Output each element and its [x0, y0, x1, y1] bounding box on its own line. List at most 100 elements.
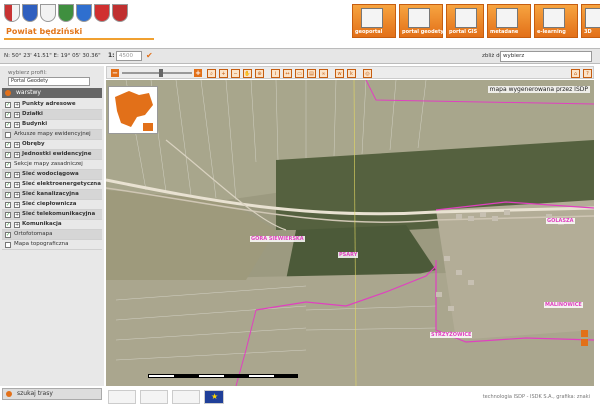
layer-name: Arkusze mapy ewidencyjnej — [14, 131, 91, 137]
select-icon[interactable]: ◎ — [363, 69, 372, 78]
expand-icon[interactable]: + — [14, 102, 20, 108]
layer-checkbox[interactable]: ✓ — [5, 162, 11, 168]
expand-icon[interactable]: + — [14, 192, 20, 198]
layer-item[interactable]: ✓ + Budynki — [2, 120, 102, 130]
measure-icon[interactable]: ↔ — [283, 69, 292, 78]
layer-checkbox[interactable]: ✓ — [5, 212, 11, 218]
layer-checkbox[interactable]: ✓ — [5, 172, 11, 178]
orthophoto-map[interactable] — [106, 80, 594, 386]
layer-checkbox[interactable]: ✓ — [5, 192, 11, 198]
crest-icon[interactable] — [22, 4, 38, 22]
layer-item[interactable]: ✓ + Sieć wodociągowa — [2, 170, 102, 180]
layer-checkbox[interactable]: ✓ — [5, 182, 11, 188]
cube-icon — [585, 8, 600, 28]
portal-tab-3d[interactable]: 3D — [581, 4, 600, 38]
layer-name: Punkty adresowe — [22, 101, 76, 107]
layer-item[interactable]: Arkusze mapy ewidencyjnej — [2, 130, 102, 140]
zoom-slider-handle[interactable] — [159, 69, 163, 77]
profile-select[interactable]: Portal Geodety — [8, 77, 90, 86]
zoom-out-icon[interactable]: − — [231, 69, 240, 78]
scale-input[interactable] — [116, 51, 142, 61]
layer-checkbox[interactable]: ✓ — [5, 202, 11, 208]
portal-tab-geodeta[interactable]: portal geodety — [399, 4, 444, 38]
lock-icon[interactable]: ⌂ — [571, 69, 580, 78]
apply-scale-icon[interactable]: ✔ — [146, 51, 153, 60]
zoom-to-select[interactable]: wybierz — [500, 51, 592, 62]
wms-icon[interactable]: w — [335, 69, 344, 78]
zoom-out-button[interactable]: − — [111, 69, 119, 77]
expand-icon[interactable]: + — [14, 172, 20, 178]
map-action-icon[interactable] — [581, 330, 588, 337]
layer-checkbox[interactable] — [5, 242, 11, 248]
crest-icon[interactable] — [4, 4, 20, 22]
portal-tab-metadane[interactable]: metadane — [487, 4, 531, 38]
map-icon — [361, 8, 383, 28]
help-icon[interactable]: ? — [583, 69, 592, 78]
layer-checkbox[interactable]: ✓ — [5, 152, 11, 158]
layer-checkbox[interactable]: ✓ — [5, 102, 11, 108]
portal-tab-geoportal[interactable]: geoportal — [352, 4, 396, 38]
layer-name: Sieć elektroenergetyczna — [22, 181, 101, 187]
portal-tab-gis[interactable]: portal GIS — [446, 4, 484, 38]
layer-name: Mapa topograficzna — [14, 241, 69, 247]
expand-icon[interactable]: + — [14, 212, 20, 218]
expand-icon[interactable]: + — [14, 112, 20, 118]
crest-icon[interactable] — [76, 4, 92, 22]
layer-item[interactable]: ✓ + Sieć ciepłownicza — [2, 200, 102, 210]
expand-icon[interactable]: + — [14, 122, 20, 128]
zoom-in-icon[interactable]: + — [219, 69, 228, 78]
pan-icon[interactable]: ✋ — [243, 69, 252, 78]
expand-icon[interactable]: + — [14, 142, 20, 148]
area-icon[interactable]: ▭ — [295, 69, 304, 78]
layer-item[interactable]: ✓ + Działki — [2, 110, 102, 120]
layer-item[interactable]: ✓ + Punkty adresowe — [2, 100, 102, 110]
layer-item[interactable]: ✓ Sekcje mapy zasadniczej — [2, 160, 102, 170]
header: Powiat będziński geoportal portal geodet… — [0, 0, 600, 46]
layer-item[interactable]: ✓ + Sieć telekomunikacyjna — [2, 210, 102, 220]
site-title: Powiat będziński — [6, 27, 83, 36]
footer-credits: technologia ISDP - ISDK S.A., grafika: z… — [482, 394, 590, 400]
map-action-icon[interactable] — [581, 339, 588, 346]
route-search-button[interactable]: szukaj trasy — [2, 388, 102, 400]
zoom-in-button[interactable]: + — [194, 69, 202, 77]
layer-item[interactable]: Mapa topograficzna — [2, 240, 102, 250]
zoom-box-icon[interactable]: ⌕ — [207, 69, 216, 78]
layer-checkbox[interactable]: ✓ — [5, 122, 11, 128]
layer-checkbox[interactable]: ✓ — [5, 232, 11, 238]
map-side-buttons — [581, 328, 588, 346]
layer-checkbox[interactable]: ✓ — [5, 112, 11, 118]
layer-checkbox[interactable]: ✓ — [5, 222, 11, 228]
print-icon[interactable]: ▤ — [307, 69, 316, 78]
layer-list: ✓ + Punkty adresowe ✓ + Działki ✓ + Budynki Arkus… — [2, 100, 102, 250]
expand-icon[interactable]: + — [14, 202, 20, 208]
link-icon[interactable]: ∞ — [319, 69, 328, 78]
expand-icon[interactable]: + — [14, 222, 20, 228]
crest-icon[interactable] — [58, 4, 74, 22]
overview-map-graphic[interactable] — [109, 87, 159, 135]
layer-name: Ortofotomapa — [14, 231, 53, 237]
layer-checkbox[interactable]: ✓ — [5, 142, 11, 148]
header-divider — [4, 38, 154, 40]
coordinate-bar: N: 50° 23' 41.51" E: 19° 05' 30.36" 1: ✔… — [0, 48, 600, 64]
expand-icon[interactable]: + — [14, 152, 20, 158]
layers-header[interactable]: warstwy — [2, 88, 102, 98]
map-view[interactable]: mapa wygenerowana przez ISDP GÓRA SIEWIE… — [106, 80, 594, 386]
kml-icon[interactable]: k — [347, 69, 356, 78]
full-extent-icon[interactable]: ⊕ — [255, 69, 264, 78]
info-icon[interactable]: i — [271, 69, 280, 78]
zoom-slider[interactable] — [122, 72, 192, 74]
portal-tab-elearning[interactable]: e-learning — [534, 4, 578, 38]
layer-item[interactable]: ✓ + Komunikacja — [2, 220, 102, 230]
crest-icon[interactable] — [40, 4, 56, 22]
layer-item[interactable]: ✓ Ortofotomapa — [2, 230, 102, 240]
layer-item[interactable]: ✓ + Obręby — [2, 140, 102, 150]
layer-checkbox[interactable] — [5, 132, 11, 138]
crest-icon[interactable] — [112, 4, 128, 22]
layer-item[interactable]: ✓ + Sieć kanalizacyjna — [2, 190, 102, 200]
overview-map[interactable] — [108, 86, 158, 134]
layer-item[interactable]: ✓ + Jednostki ewidencyjne — [2, 150, 102, 160]
expand-icon[interactable]: + — [14, 182, 20, 188]
layer-item[interactable]: ✓ + Sieć elektroenergetyczna — [2, 180, 102, 190]
layer-name: Budynki — [22, 121, 48, 127]
crest-icon[interactable] — [94, 4, 110, 22]
